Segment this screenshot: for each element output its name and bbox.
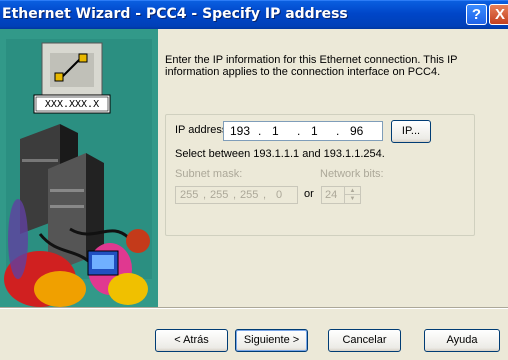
network-bits-spinner[interactable]: 24 ▲ ▼ — [321, 186, 361, 204]
subnet-sep: , — [263, 189, 267, 201]
ip-octet-1[interactable]: 193 — [230, 124, 250, 138]
subnet-octet-4[interactable]: 0 — [276, 189, 282, 201]
wizard-body: XXX.XXX.X Enter the IP information for t… — [0, 29, 508, 360]
spin-up-icon[interactable]: ▲ — [345, 187, 360, 195]
ip-octet-4[interactable]: 96 — [350, 124, 363, 138]
subnet-octet-3[interactable]: 255 — [240, 189, 258, 201]
address-label-box: XXX.XXX.X — [44, 99, 100, 110]
window-title: Ethernet Wizard - PCC4 - Specify IP addr… — [2, 6, 348, 22]
next-button[interactable]: Siguiente > — [235, 329, 308, 352]
ip-octet-3[interactable]: 1 — [311, 124, 318, 138]
subnet-sep: , — [203, 189, 207, 201]
subnet-sep: , — [233, 189, 237, 201]
ip-dot: . — [336, 124, 340, 138]
button-separator — [0, 307, 508, 309]
spin-buttons[interactable]: ▲ ▼ — [344, 187, 360, 203]
title-bar[interactable]: Ethernet Wizard - PCC4 - Specify IP addr… — [0, 0, 508, 29]
network-bits-label: Network bits: — [320, 168, 384, 180]
intro-text: Enter the IP information for this Ethern… — [165, 54, 458, 78]
network-illustration — [0, 29, 158, 307]
subnet-octet-1[interactable]: 255 — [180, 189, 198, 201]
wizard-illustration: XXX.XXX.X — [0, 29, 158, 307]
ip-dot: . — [297, 124, 301, 138]
subnet-octet-2[interactable]: 255 — [210, 189, 228, 201]
subnet-mask-field[interactable]: 255 , 255 , 255 , 0 — [175, 186, 298, 204]
back-button[interactable]: < Atrás — [155, 329, 228, 352]
spin-down-icon[interactable]: ▼ — [345, 195, 360, 203]
ip-range-hint: Select between 193.1.1.1 and 193.1.1.254… — [175, 148, 385, 160]
ip-address-field[interactable]: 193 . 1 . 1 . 96 — [223, 121, 383, 141]
ip-dot: . — [258, 124, 262, 138]
ip-button[interactable]: IP... — [391, 120, 431, 143]
help-title-button[interactable]: ? — [466, 4, 487, 25]
close-button[interactable]: X — [489, 4, 508, 25]
subnet-mask-label: Subnet mask: — [175, 168, 243, 180]
help-button[interactable]: Ayuda — [424, 329, 500, 352]
ip-octet-2[interactable]: 1 — [272, 124, 279, 138]
cancel-button[interactable]: Cancelar — [328, 329, 401, 352]
or-label: or — [304, 188, 314, 200]
network-bits-value[interactable]: 24 — [325, 189, 337, 201]
